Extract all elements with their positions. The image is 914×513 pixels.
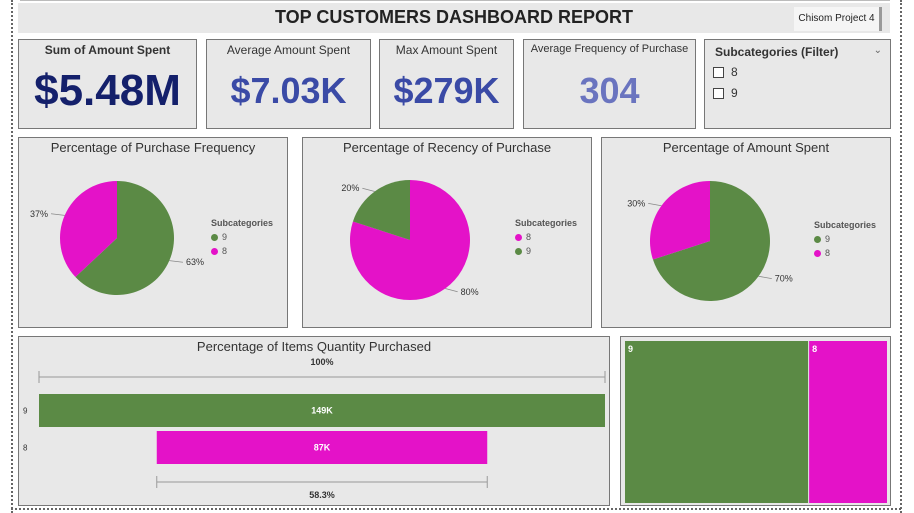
legend-label: 8 — [825, 248, 831, 258]
treemap-tile-9[interactable] — [625, 341, 809, 503]
kpi-value: $279K — [393, 70, 500, 111]
pie-leader-line — [445, 288, 458, 293]
pie-leader-line — [362, 187, 375, 192]
kpi-label: Average Frequency of Purchase — [530, 43, 689, 55]
kpi-label: Sum of Amount Spent — [44, 43, 171, 57]
legend: Subcategories 8 9 — [515, 218, 577, 260]
legend-dot — [211, 233, 218, 241]
legend-label: 9 — [526, 246, 532, 256]
kpi-card-sum-amount[interactable]: Sum of Amount Spent $5.48M — [18, 39, 197, 129]
pie-leader-line — [169, 260, 184, 263]
treemap-tile-8[interactable] — [809, 341, 887, 503]
kpi-card-average-amount[interactable]: Average Amount Spent $7.03K — [206, 39, 371, 129]
pie-card-purchase-frequency[interactable]: Percentage of Purchase Frequency 63% 37% … — [18, 137, 288, 328]
legend-title: Subcategories — [211, 218, 274, 228]
bar-value-label: 149K — [311, 406, 333, 416]
dashboard-canvas: TOP CUSTOMERS DASHBOARD REPORT Chisom Pr… — [0, 0, 914, 513]
kpi-value: 304 — [579, 70, 640, 111]
pie-card-amount-spent[interactable]: Percentage of Amount Spent 70% 30% Subcat… — [601, 137, 891, 328]
treemap-card[interactable]: 98 — [620, 336, 891, 506]
pie-data-label: 37% — [30, 209, 48, 219]
pie-leader-line — [648, 202, 662, 207]
legend-dot — [515, 247, 522, 255]
legend-item[interactable]: 8 — [515, 232, 577, 242]
pie-data-label: 63% — [186, 257, 204, 267]
legend-label: 8 — [526, 232, 532, 242]
title-bar: TOP CUSTOMERS DASHBOARD REPORT Chisom Pr… — [18, 3, 890, 33]
page-border-right — [900, 0, 902, 513]
legend-dot — [211, 247, 218, 255]
bar-card-items-quantity[interactable]: Percentage of Items Quantity Purchased 1… — [18, 336, 610, 506]
pie-data-label: 80% — [461, 287, 479, 297]
kpi-card-max-amount[interactable]: Max Amount Spent $279K — [379, 39, 514, 129]
legend: Subcategories 9 8 — [211, 218, 273, 260]
legend-dot — [515, 233, 522, 241]
legend-item[interactable]: 9 — [814, 234, 876, 244]
filter-option-label: 9 — [731, 86, 738, 100]
kpi-label: Average Amount Spent — [226, 43, 351, 57]
filter-option-9[interactable]: 9 — [713, 86, 738, 100]
kpi-value: $7.03K — [230, 70, 347, 111]
category-tick-label: 9 — [23, 407, 28, 416]
page-border-bottom — [11, 508, 901, 510]
legend-title: Subcategories — [515, 218, 578, 228]
legend-dot — [814, 249, 821, 257]
legend-item[interactable]: 8 — [814, 248, 876, 258]
legend-label: 9 — [825, 234, 831, 244]
pie-leader-line — [758, 275, 772, 280]
pie-leader-line — [50, 213, 65, 216]
legend-item[interactable]: 8 — [211, 246, 273, 256]
project-label: Chisom Project 4 — [794, 7, 882, 31]
legend-label: 9 — [222, 232, 228, 242]
legend-dot — [814, 235, 821, 243]
treemap-tile-label: 8 — [812, 344, 817, 354]
bottom-percent-label: 58.3% — [309, 490, 335, 500]
chevron-down-icon[interactable]: ⌄ — [874, 45, 882, 56]
checkbox[interactable] — [713, 66, 724, 78]
bar-value-label: 87K — [314, 443, 331, 453]
pie-data-label: 70% — [775, 274, 793, 284]
legend-item[interactable]: 9 — [211, 232, 273, 242]
filter-option-8[interactable]: 8 — [713, 65, 738, 79]
page-border-left — [11, 0, 13, 513]
legend-title: Subcategories — [814, 220, 877, 230]
legend-label: 8 — [222, 246, 228, 256]
pie-card-recency[interactable]: Percentage of Recency of Purchase 80% 20%… — [302, 137, 592, 328]
pie-data-label: 20% — [341, 183, 359, 193]
category-tick-label: 8 — [23, 444, 28, 453]
subcategory-filter[interactable]: Subcategories (Filter) ⌄ 8 9 — [704, 39, 891, 129]
top-percent-label: 100% — [310, 357, 333, 367]
treemap-chart: 98 — [625, 341, 887, 503]
page-title: TOP CUSTOMERS DASHBOARD REPORT — [274, 7, 634, 27]
bar-chart-items-quantity: 100% 149K 9 87K 8 58.3% — [23, 357, 606, 500]
legend: Subcategories 9 8 — [814, 220, 876, 262]
checkbox[interactable] — [713, 87, 724, 99]
pie-data-label: 30% — [627, 198, 645, 208]
filter-option-label: 8 — [731, 65, 738, 79]
treemap-tile-label: 9 — [628, 344, 633, 354]
kpi-value: $5.48M — [34, 66, 181, 115]
kpi-card-average-frequency[interactable]: Average Frequency of Purchase 304 — [523, 39, 696, 129]
filter-title: Subcategories (Filter) — [715, 45, 839, 59]
kpi-label: Max Amount Spent — [395, 43, 498, 57]
legend-item[interactable]: 9 — [515, 246, 577, 256]
